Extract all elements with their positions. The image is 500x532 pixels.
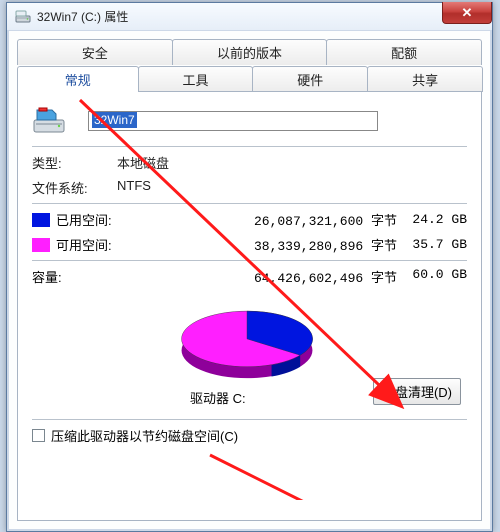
disk-cleanup-button[interactable]: 磁盘清理(D)	[373, 378, 461, 405]
pie-chart-area: 驱动器 C: 磁盘清理(D)	[32, 288, 467, 413]
tab-sharing[interactable]: 共享	[367, 66, 483, 92]
window-title: 32Win7 (C:) 属性	[37, 8, 128, 25]
capacity-gb: 60.0 GB	[397, 267, 467, 286]
tab-general[interactable]: 常规	[17, 66, 139, 92]
tab-previous-versions[interactable]: 以前的版本	[172, 39, 328, 65]
free-gb: 35.7 GB	[397, 237, 467, 252]
compress-checkbox-row[interactable]: 压缩此驱动器以节约磁盘空间(C)	[32, 426, 467, 445]
usage-pie-chart	[157, 298, 337, 388]
tab-quota[interactable]: 配额	[326, 39, 482, 65]
type-label: 类型:	[32, 153, 117, 172]
separator	[32, 203, 467, 204]
checkbox-icon[interactable]	[32, 429, 45, 442]
free-label: 可用空间:	[56, 235, 128, 254]
used-bytes: 26,087,321,600 字节	[128, 210, 397, 229]
tab-panel-general: 32Win7 类型: 本地磁盘 文件系统: NTFS 已用空间: 26,087,…	[17, 91, 482, 521]
drive-label: 驱动器 C:	[190, 388, 246, 407]
properties-window: 32Win7 (C:) 属性 ✕ 安全 以前的版本 配额 常规 工具 硬件 共享	[6, 2, 493, 532]
used-gb: 24.2 GB	[397, 212, 467, 227]
free-bytes: 38,339,280,896 字节	[128, 235, 397, 254]
used-label: 已用空间:	[56, 210, 128, 229]
client-area: 安全 以前的版本 配额 常规 工具 硬件 共享 32Win7	[7, 31, 492, 531]
titlebar[interactable]: 32Win7 (C:) 属性 ✕	[7, 3, 492, 31]
filesystem-label: 文件系统:	[32, 178, 117, 197]
free-swatch	[32, 238, 50, 252]
separator	[32, 260, 467, 261]
filesystem-value: NTFS	[117, 178, 467, 197]
type-value: 本地磁盘	[117, 153, 467, 172]
drive-icon	[15, 9, 31, 25]
compress-label: 压缩此驱动器以节约磁盘空间(C)	[51, 426, 238, 445]
drive-large-icon	[32, 104, 66, 138]
tab-tools[interactable]: 工具	[138, 66, 254, 92]
tab-security[interactable]: 安全	[17, 39, 173, 65]
capacity-label: 容量:	[32, 267, 128, 286]
close-button[interactable]: ✕	[442, 2, 492, 24]
capacity-bytes: 64,426,602,496 字节	[128, 267, 397, 286]
tab-hardware[interactable]: 硬件	[252, 66, 368, 92]
volume-name-value: 32Win7	[92, 112, 137, 128]
used-swatch	[32, 213, 50, 227]
separator	[32, 419, 467, 420]
separator	[32, 146, 467, 147]
close-icon: ✕	[462, 5, 473, 21]
volume-name-input[interactable]: 32Win7	[88, 111, 378, 131]
tab-control: 安全 以前的版本 配额 常规 工具 硬件 共享 32Win7	[17, 39, 482, 521]
